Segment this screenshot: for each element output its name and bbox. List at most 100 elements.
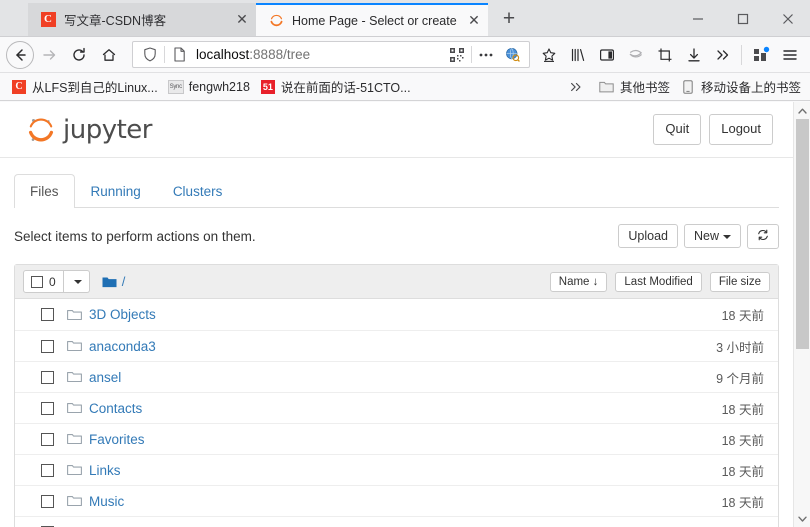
action-buttons: Upload New [618, 223, 779, 249]
row-checkbox[interactable] [41, 463, 54, 477]
browser-window: C 写文章-CSDN博客 ✕ Home Page - Select or cre… [0, 0, 810, 527]
sort-buttons: Name ↓ Last Modified File size [549, 271, 770, 292]
shield-icon[interactable] [137, 43, 163, 67]
file-list-toolbar: 0 / Name ↓ Last Modified File size [15, 265, 778, 299]
bookmark-folder-other[interactable]: 其他书签 [594, 75, 675, 98]
address-bar[interactable]: localhost:8888/tree [132, 41, 530, 68]
divider [164, 46, 165, 63]
arrow-down-icon: ↓ [592, 275, 599, 288]
globe-translate-icon[interactable] [499, 43, 525, 67]
bookmark-item-51cto[interactable]: 51 说在前面的话-51CTO... [255, 75, 416, 98]
sort-last-modified-button[interactable]: Last Modified [615, 271, 702, 292]
row-checkbox[interactable] [41, 370, 54, 384]
close-icon[interactable] [765, 0, 810, 37]
close-icon[interactable]: ✕ [464, 11, 484, 31]
bookmark-item-lfs[interactable]: C 从LFS到自己的Linux... [6, 75, 163, 98]
bookmark-star-icon[interactable] [534, 40, 563, 69]
overflow-chevrons-icon[interactable] [708, 40, 737, 69]
jupyter-icon [26, 115, 56, 145]
row-checkbox[interactable] [41, 494, 54, 508]
bookmark-folder-mobile[interactable]: 移动设备上的书签 [675, 75, 806, 98]
hamburger-menu-icon[interactable] [775, 40, 804, 69]
checkbox-icon[interactable] [31, 275, 43, 288]
sort-name-button[interactable]: Name ↓ [549, 271, 608, 292]
sidebar-icon[interactable] [592, 40, 621, 69]
ellipsis-icon[interactable] [473, 43, 499, 67]
browser-tab-jupyter[interactable]: Home Page - Select or create ✕ [256, 3, 488, 36]
breadcrumb[interactable]: / [102, 274, 125, 289]
jupyter-header: jupyter Quit Logout [0, 102, 793, 158]
qr-code-icon[interactable] [444, 43, 470, 67]
extensions-icon[interactable] [746, 40, 775, 69]
row-checkbox[interactable] [41, 339, 54, 353]
minimize-icon[interactable] [675, 0, 720, 37]
reload-icon[interactable] [64, 40, 94, 70]
select-all-button[interactable]: 0 [23, 270, 64, 293]
table-row[interactable]: anaconda3 3 小时前 [15, 330, 778, 361]
home-icon[interactable] [94, 40, 124, 70]
bookmark-item-fengwh218[interactable]: Sync fengwh218 [163, 77, 255, 97]
jupyter-notebook-page: jupyter Quit Logout Files Running Cluste… [0, 102, 793, 527]
tab-files[interactable]: Files [14, 173, 75, 208]
table-row[interactable]: Favorites 18 天前 [15, 423, 778, 454]
new-tab-button[interactable]: + [494, 4, 524, 34]
row-checkbox[interactable] [41, 401, 54, 415]
close-icon[interactable]: ✕ [232, 10, 252, 30]
maximize-icon[interactable] [720, 0, 765, 37]
tab-title: Home Page - Select or create [292, 13, 457, 28]
overflow-chevrons-icon [568, 79, 584, 95]
tab-running[interactable]: Running [75, 174, 157, 208]
logout-button[interactable]: Logout [709, 114, 773, 145]
url-host: localhost [196, 47, 250, 62]
bookmarks-overflow-button[interactable] [563, 77, 594, 97]
upload-button[interactable]: Upload [618, 224, 678, 248]
file-modified: 18 天前 [721, 309, 764, 323]
refresh-button[interactable] [747, 223, 779, 249]
jupyter-main: Files Running Clusters Select items to p… [0, 173, 793, 527]
folder-icon [67, 402, 82, 414]
table-row[interactable]: Music 18 天前 [15, 485, 778, 516]
downloads-icon[interactable] [679, 40, 708, 69]
back-arrow-icon[interactable] [6, 40, 34, 69]
scroll-down-arrow-icon[interactable] [794, 510, 810, 527]
file-name-link[interactable]: anaconda3 [89, 339, 156, 354]
file-name-link[interactable]: Favorites [89, 432, 145, 447]
scrollbar-thumb[interactable] [796, 119, 809, 349]
file-name-link[interactable]: 3D Objects [89, 307, 156, 322]
folder-icon [67, 433, 82, 445]
refresh-icon [757, 229, 769, 244]
table-row[interactable]: OneDrive 5 小时前 [15, 516, 778, 527]
file-name-link[interactable]: ansel [89, 370, 121, 385]
navigation-toolbar: localhost:8888/tree [0, 37, 810, 73]
jupyter-header-actions: Quit Logout [653, 114, 773, 145]
quit-button[interactable]: Quit [653, 114, 702, 145]
window-controls [675, 0, 810, 37]
table-row[interactable]: Links 18 天前 [15, 454, 778, 485]
chevron-down-icon [723, 234, 731, 239]
action-hint-text: Select items to perform actions on them. [14, 228, 256, 244]
file-modified: 18 天前 [721, 433, 764, 448]
page-icon[interactable] [166, 43, 192, 67]
file-name-link[interactable]: Contacts [89, 401, 142, 416]
tab-clusters[interactable]: Clusters [157, 174, 239, 208]
scroll-up-arrow-icon[interactable] [794, 102, 810, 119]
page-scrollbar[interactable] [793, 102, 810, 527]
file-modified: 9 个月前 [716, 371, 764, 386]
select-dropdown-button[interactable] [63, 270, 90, 293]
row-checkbox[interactable] [41, 432, 54, 446]
table-row[interactable]: Contacts 18 天前 [15, 392, 778, 423]
screenshot-icon[interactable] [650, 40, 679, 69]
row-checkbox[interactable] [41, 308, 54, 321]
table-row[interactable]: ansel 9 个月前 [15, 361, 778, 392]
browser-tab-csdn[interactable]: C 写文章-CSDN博客 ✕ [28, 3, 256, 36]
sort-file-size-button[interactable]: File size [709, 271, 770, 292]
url-text[interactable]: localhost:8888/tree [192, 47, 444, 62]
new-label: New [693, 229, 719, 243]
jupyter-logo[interactable]: jupyter [26, 115, 152, 145]
table-row[interactable]: 3D Objects 18 天前 [15, 299, 778, 330]
new-dropdown-button[interactable]: New [683, 224, 741, 248]
bookmark-label: 其他书签 [619, 81, 670, 95]
library-icon[interactable] [563, 40, 592, 69]
file-name-link[interactable]: Music [89, 494, 124, 509]
file-name-link[interactable]: Links [89, 463, 121, 478]
